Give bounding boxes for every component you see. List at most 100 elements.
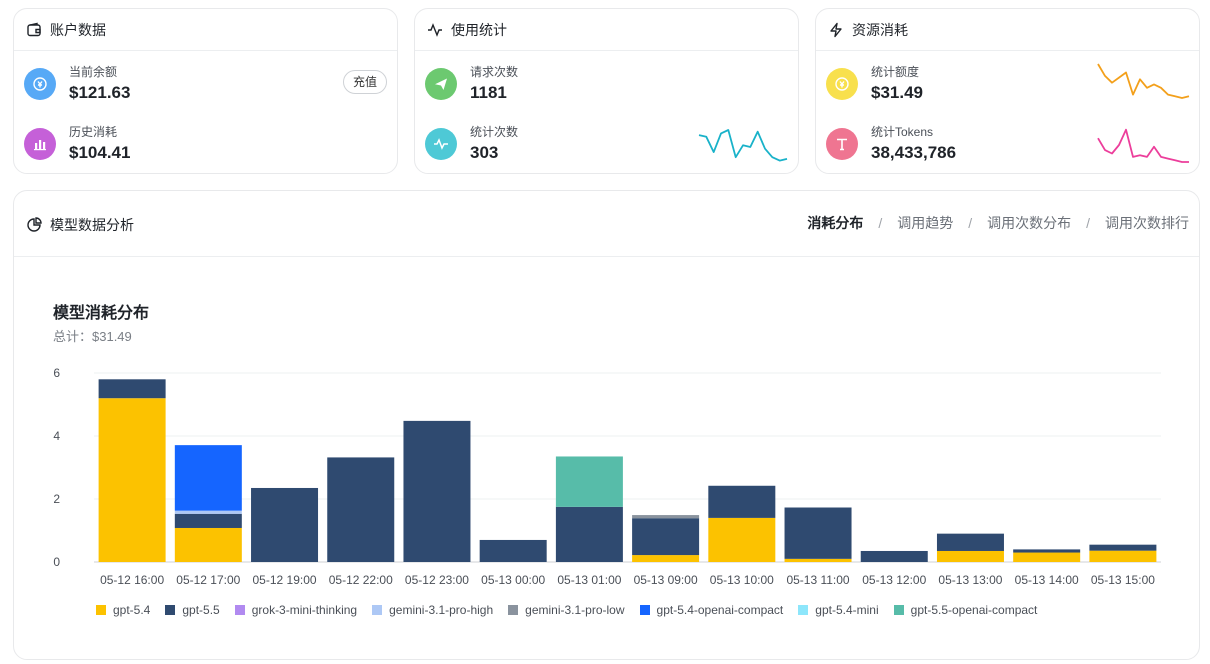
requests-value: 1181	[470, 83, 507, 102]
usage-card-title: 使用统计	[451, 21, 507, 38]
usage-sparkline	[698, 129, 788, 162]
legend-swatch	[165, 605, 176, 615]
y-tick-label: 4	[53, 429, 60, 443]
bar-segment[interactable]	[784, 558, 852, 562]
coin-icon	[24, 68, 56, 100]
bar-segment[interactable]	[174, 445, 242, 511]
sparkline-path	[1097, 63, 1190, 99]
bar-segment[interactable]	[632, 518, 700, 556]
tab-call-trend[interactable]: 调用趋势	[897, 213, 953, 233]
coin-yen-icon	[826, 68, 858, 100]
legend-item[interactable]: gpt-5.4-openai-compact	[639, 603, 784, 617]
bar-segment[interactable]	[1089, 550, 1157, 562]
tokens-stat: 统计Tokens 38,433,786	[826, 125, 956, 163]
legend-label: gpt-5.5-openai-compact	[910, 603, 1038, 617]
requests-stat: 请求次数 1181	[425, 65, 518, 103]
resource-card-title: 资源消耗	[852, 21, 908, 38]
bar-segment[interactable]	[251, 487, 319, 562]
bar-segment[interactable]	[98, 398, 166, 562]
bar-segment[interactable]	[174, 510, 242, 514]
account-card: 账户数据 当前余额 $121.63 充值 历史消耗 $104.41	[13, 8, 398, 174]
tab-call-count-ranking[interactable]: 调用次数排行	[1105, 213, 1189, 233]
legend-label: gpt-5.4	[113, 603, 151, 617]
bar-segment[interactable]	[479, 539, 547, 562]
bar-segment[interactable]	[632, 555, 700, 562]
x-tick-label: 05-12 22:00	[329, 573, 393, 587]
x-tick-label: 05-12 19:00	[253, 573, 317, 587]
legend-item[interactable]: gemini-3.1-pro-low	[508, 603, 625, 617]
bar-segment[interactable]	[1013, 549, 1081, 553]
x-tick-label: 05-12 16:00	[100, 573, 164, 587]
lightning-icon	[830, 22, 842, 37]
x-tick-label: 05-12 17:00	[176, 573, 240, 587]
analysis-tabs: 消耗分布 / 调用趋势 / 调用次数分布 / 调用次数排行	[807, 213, 1189, 233]
bar-segment[interactable]	[936, 533, 1004, 551]
tab-call-count-distribution[interactable]: 调用次数分布	[987, 213, 1071, 233]
bar-segment[interactable]	[1013, 552, 1081, 562]
bar-segment[interactable]	[708, 517, 776, 562]
legend-item[interactable]: grok-3-mini-thinking	[234, 603, 357, 617]
bar-segment[interactable]	[784, 507, 852, 559]
legend-swatch	[96, 605, 106, 615]
stat-count-value: 303	[470, 143, 499, 162]
x-tick-label: 05-13 00:00	[481, 573, 545, 587]
chart-total: 总计：$31.49	[53, 329, 132, 344]
quota-label: 统计额度	[871, 65, 920, 79]
analysis-card-header: 模型数据分析 消耗分布 / 调用趋势 / 调用次数分布 / 调用次数排行	[14, 191, 1199, 257]
bar-segment[interactable]	[327, 457, 395, 562]
resource-card-header: 资源消耗	[816, 9, 1199, 51]
x-tick-label: 05-13 09:00	[634, 573, 698, 587]
bar-segment[interactable]	[174, 527, 242, 562]
bar-segment[interactable]	[98, 379, 166, 399]
chart-legend: gpt-5.4 gpt-5.5 grok-3-mini-thinking gemini…	[96, 603, 1052, 617]
balance-stat: 当前余额 $121.63	[24, 65, 130, 103]
legend-item[interactable]: gpt-5.5	[165, 603, 220, 617]
pie-chart-icon	[27, 217, 42, 232]
history-value: $104.41	[69, 143, 131, 162]
bar-segment[interactable]	[632, 515, 700, 519]
bar-segment[interactable]	[936, 550, 1004, 562]
tab-separator: /	[1086, 215, 1090, 231]
x-tick-label: 05-13 12:00	[862, 573, 926, 587]
legend-swatch	[234, 605, 245, 615]
stat-count-stat: 统计次数 303	[425, 125, 518, 163]
bar-segment[interactable]	[174, 513, 242, 528]
usage-card: 使用统计 请求次数 1181 统计次数 303	[414, 8, 799, 174]
quota-value: $31.49	[871, 83, 923, 102]
legend-swatch	[798, 605, 809, 615]
tokens-sparkline	[1097, 128, 1189, 163]
legend-item[interactable]: gpt-5.4-mini	[798, 603, 879, 617]
y-tick-label: 6	[53, 366, 60, 380]
bar-segment[interactable]	[555, 506, 623, 562]
bar-segment[interactable]	[403, 420, 471, 562]
legend-label: gemini-3.1-pro-low	[525, 603, 625, 617]
legend-swatch	[893, 605, 904, 615]
chart-title: 模型消耗分布	[53, 305, 150, 322]
usage-card-header: 使用统计	[415, 9, 798, 51]
sparkline-path	[698, 129, 788, 162]
x-tick-label: 05-13 14:00	[1015, 573, 1079, 587]
legend-label: gemini-3.1-pro-high	[389, 603, 494, 617]
consumption-bar-chart: 0 2 4 6 05-12 16:00 05-12 17:00 05-12 19:00 05-…	[53, 366, 1161, 587]
legend-swatch	[372, 605, 383, 615]
x-tick-label: 05-12 23:00	[405, 573, 469, 587]
wallet-icon	[27, 22, 41, 36]
x-tick-label: 05-13 15:00	[1091, 573, 1155, 587]
bar-segment[interactable]	[555, 456, 623, 507]
recharge-button[interactable]: 充值	[342, 70, 387, 94]
legend-label: gpt-5.4-openai-compact	[656, 603, 784, 617]
balance-value: $121.63	[69, 83, 131, 102]
bar-segment[interactable]	[860, 550, 928, 562]
legend-item[interactable]: gpt-5.4	[96, 603, 150, 617]
tab-separator: /	[878, 215, 883, 231]
y-tick-label: 0	[53, 555, 60, 569]
x-tick-label: 05-13 11:00	[786, 573, 849, 587]
legend-item[interactable]: gpt-5.5-openai-compact	[893, 603, 1038, 617]
legend-item[interactable]: gemini-3.1-pro-high	[372, 603, 493, 617]
tab-consumption-distribution[interactable]: 消耗分布	[807, 213, 863, 233]
x-tick-label: 05-13 01:00	[557, 573, 621, 587]
bar-segment[interactable]	[708, 485, 776, 518]
bar-segment[interactable]	[1089, 544, 1157, 551]
requests-label: 请求次数	[470, 65, 519, 79]
account-card-header: 账户数据	[14, 9, 397, 51]
